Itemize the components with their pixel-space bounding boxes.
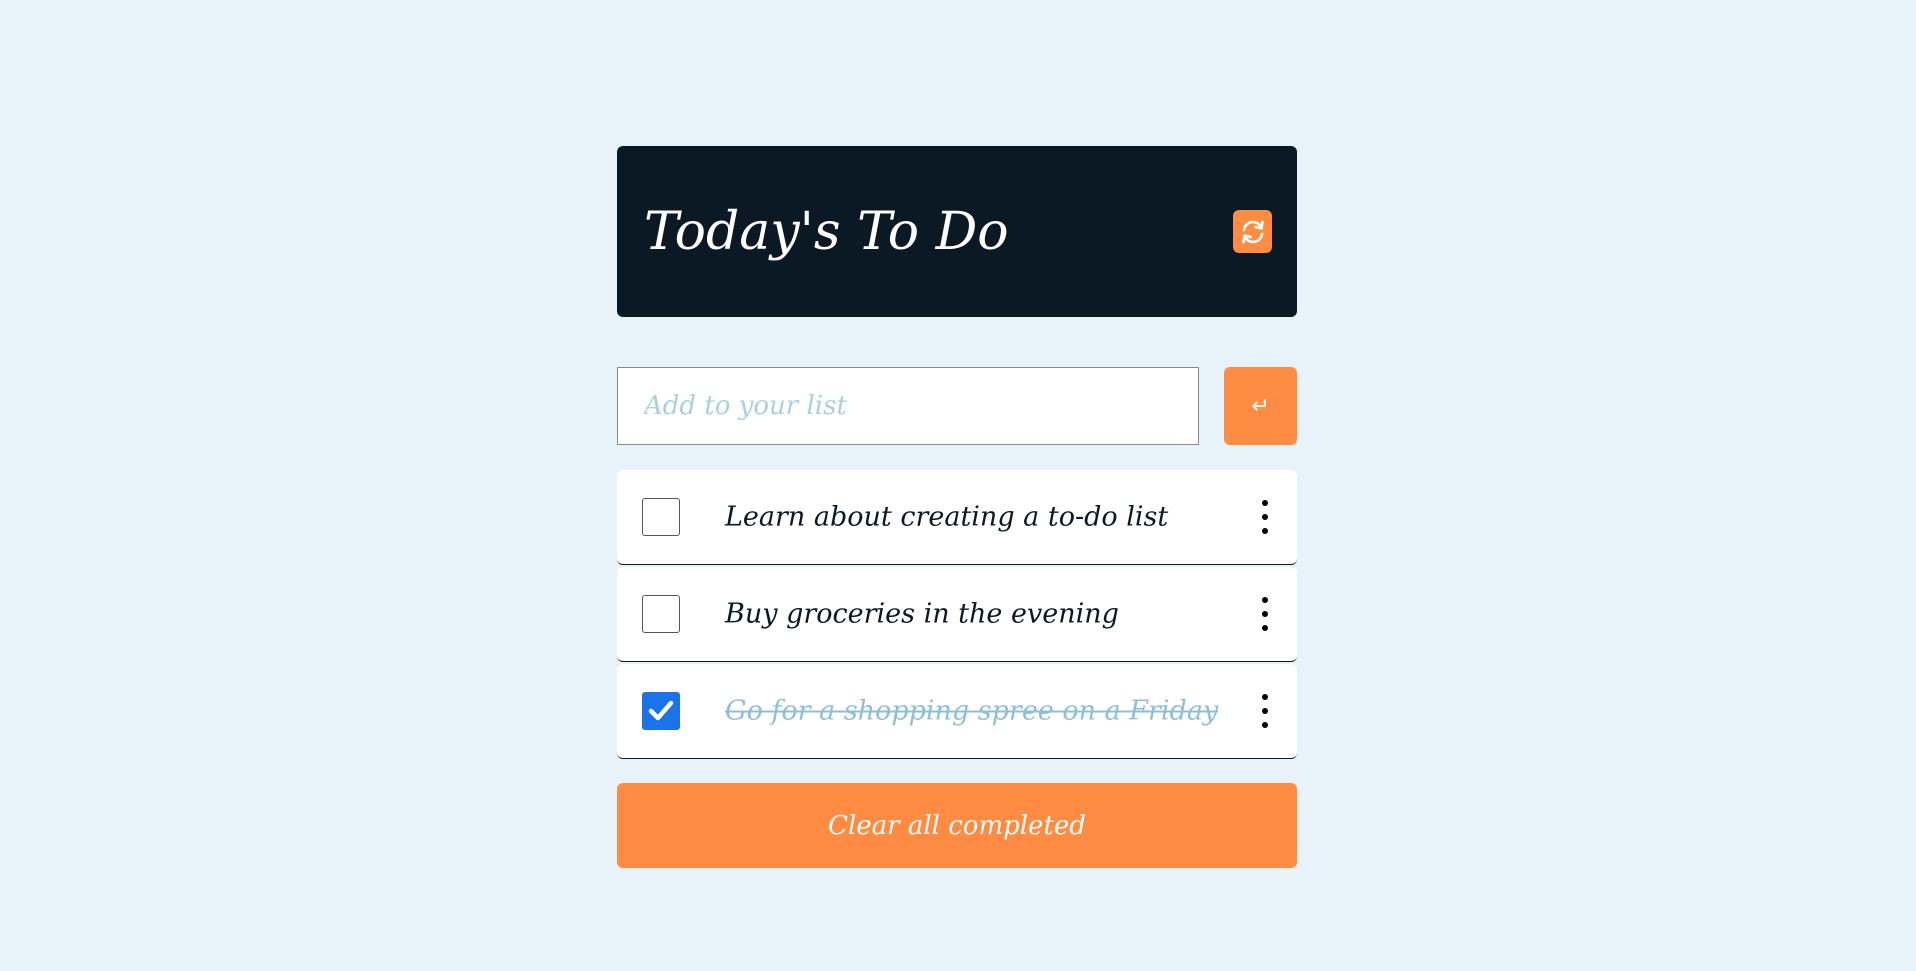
item-text: Buy groceries in the evening <box>725 598 1119 630</box>
checkmark-icon <box>648 700 674 721</box>
more-vertical-icon[interactable] <box>1259 694 1271 728</box>
more-vertical-icon[interactable] <box>1259 500 1271 534</box>
refresh-button[interactable] <box>1233 210 1272 253</box>
item-checkbox[interactable] <box>642 595 680 633</box>
add-item-input[interactable] <box>617 367 1199 445</box>
list-item: Buy groceries in the evening <box>617 567 1297 662</box>
add-item-row: ↵ <box>617 367 1297 445</box>
page-title: Today's To Do <box>644 201 1009 262</box>
item-text: Go for a shopping spree on a Friday <box>725 695 1219 727</box>
item-checkbox[interactable] <box>642 498 680 536</box>
add-item-button[interactable]: ↵ <box>1224 367 1297 445</box>
item-text: Learn about creating a to-do list <box>725 501 1169 533</box>
item-checkbox[interactable] <box>642 692 680 730</box>
enter-icon: ↵ <box>1251 393 1270 419</box>
list-item: Go for a shopping spree on a Friday <box>617 664 1297 759</box>
todo-app: Today's To Do ↵ Learn about creating a t… <box>617 146 1297 868</box>
header: Today's To Do <box>617 146 1297 317</box>
more-vertical-icon[interactable] <box>1259 597 1271 631</box>
list-item: Learn about creating a to-do list <box>617 470 1297 565</box>
clear-completed-button[interactable]: Clear all completed <box>617 783 1297 868</box>
refresh-icon <box>1241 220 1264 243</box>
todo-list: Learn about creating a to-do list Buy gr… <box>617 470 1297 759</box>
